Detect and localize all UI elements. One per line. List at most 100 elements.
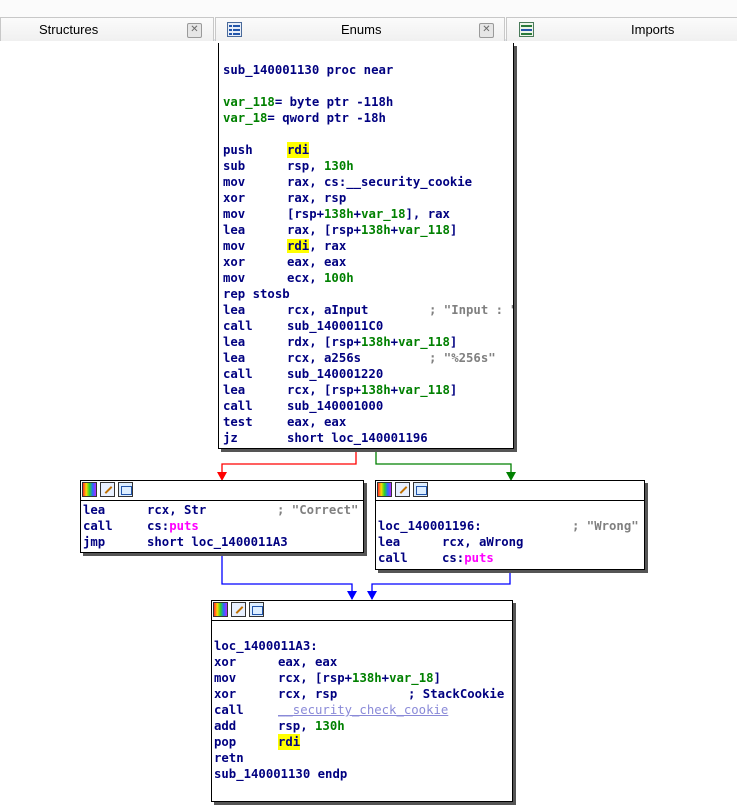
graph-icon[interactable]	[249, 602, 264, 617]
operand: +	[390, 383, 399, 397]
operand: +	[390, 223, 399, 237]
operand[interactable]: rcx, aInput	[287, 302, 368, 318]
call-target[interactable]: sub_140001220	[287, 366, 383, 382]
var-ref[interactable]: var_118	[398, 335, 450, 349]
edge-wrong-to-exit	[371, 570, 511, 599]
mnemonic: xor	[223, 191, 246, 205]
operand: cs:	[442, 551, 465, 565]
mnemonic: call	[223, 319, 253, 333]
operand: ]	[449, 223, 458, 237]
var-name[interactable]: var_18	[223, 111, 267, 125]
mnemonic: call	[223, 367, 253, 381]
loc-label[interactable]: loc_140001196:	[378, 518, 482, 534]
jump-target[interactable]: short loc_140001196	[287, 430, 428, 446]
call-target[interactable]: sub_140001000	[287, 398, 383, 414]
operand: rdx, [rsp+	[287, 335, 362, 349]
edit-icon[interactable]	[100, 482, 115, 497]
edge-correct-to-exit	[221, 553, 353, 599]
mnemonic: jmp	[83, 535, 106, 549]
var-ref[interactable]: var_18	[389, 671, 433, 685]
operand[interactable]: rcx, aWrong	[442, 534, 523, 550]
operand: rax, cs:__security_cookie	[287, 175, 473, 189]
var-name[interactable]: var_118	[223, 95, 275, 109]
mnemonic: xor	[214, 655, 237, 669]
var-def: = qword ptr -18h	[267, 111, 386, 125]
exit-block[interactable]: loc_1400011A3: xor eax, eax mov rcx, [rsp+…	[211, 600, 513, 802]
register[interactable]: rdi	[287, 239, 310, 253]
operand: ecx,	[287, 271, 325, 285]
call-target[interactable]: sub_1400011C0	[287, 318, 383, 334]
graph-icon[interactable]	[118, 482, 133, 497]
number: 100h	[324, 271, 354, 285]
var-def: = byte ptr -118h	[274, 95, 394, 109]
operand: rsp,	[287, 159, 325, 173]
jump-target[interactable]: short loc_1400011A3	[147, 534, 288, 550]
mnemonic: lea	[378, 535, 401, 549]
mnemonic: call	[214, 703, 244, 717]
mnemonic: pop	[214, 735, 237, 749]
operand: [rsp+	[287, 207, 325, 221]
operand: +	[381, 671, 390, 685]
var-ref[interactable]: var_18	[361, 207, 405, 221]
edit-icon[interactable]	[231, 602, 246, 617]
mnemonic: rep stosb	[223, 287, 290, 301]
mnemonic: lea	[223, 335, 246, 349]
operand: cs:	[147, 519, 170, 533]
graph-icon[interactable]	[413, 482, 428, 497]
edge-correct-arrow	[347, 591, 357, 600]
mnemonic: call	[83, 519, 113, 533]
comment: ; "Correct"	[277, 503, 359, 517]
mnemonic: jz	[223, 431, 238, 445]
var-ref[interactable]: var_118	[398, 223, 450, 237]
loc-label[interactable]: loc_1400011A3:	[214, 638, 318, 654]
mnemonic: call	[223, 399, 253, 413]
number: 130h	[324, 159, 354, 173]
mnemonic: mov	[223, 175, 246, 189]
operand: eax, eax	[287, 415, 347, 429]
comment: ; StackCookie	[408, 687, 505, 701]
color-icon[interactable]	[213, 602, 228, 617]
operand: ]	[449, 383, 458, 397]
var-ref[interactable]: var_118	[398, 383, 450, 397]
entry-block[interactable]: sub_140001130 proc near var_118= byte pt…	[218, 43, 514, 449]
number: 138h	[361, 223, 391, 237]
mnemonic: mov	[223, 239, 246, 253]
register[interactable]: rdi	[278, 734, 301, 750]
operand: , rax	[309, 239, 347, 253]
mnemonic: mov	[223, 271, 246, 285]
number: 138h	[352, 671, 382, 685]
correct-block[interactable]: lea rcx, Str ; "Correct" call cs:puts jmp sh…	[80, 480, 364, 553]
operand[interactable]: rcx, Str	[147, 502, 206, 518]
operand: rax, [rsp+	[287, 223, 362, 237]
mnemonic: lea	[223, 303, 246, 317]
mnemonic: lea	[223, 223, 246, 237]
mnemonic: sub	[223, 159, 246, 173]
operand: rsp,	[278, 719, 316, 733]
operand: +	[353, 207, 362, 221]
comment: ; "Wrong"	[572, 519, 639, 533]
operand: rcx, [rsp+	[287, 383, 362, 397]
operand: eax, eax	[278, 655, 338, 669]
color-icon[interactable]	[82, 482, 97, 497]
wrong-block[interactable]: loc_140001196: ; "Wrong" lea rcx, aWrong c…	[375, 480, 645, 570]
edge-wrong-arrow	[367, 591, 377, 600]
operand: ], rax	[405, 207, 450, 221]
edit-icon[interactable]	[395, 482, 410, 497]
operand: +	[390, 335, 399, 349]
color-icon[interactable]	[377, 482, 392, 497]
var-def-18: var_18= qword ptr -18h	[223, 110, 386, 126]
mnemonic: mov	[214, 671, 237, 685]
register[interactable]: rdi	[287, 142, 310, 158]
number: 138h	[361, 335, 391, 349]
mnemonic: push	[223, 143, 253, 157]
mnemonic: lea	[223, 383, 246, 397]
mnemonic: xor	[214, 687, 237, 701]
import-ref[interactable]: puts	[169, 519, 199, 533]
edge-false	[221, 448, 357, 479]
call-target[interactable]: __security_check_cookie	[278, 702, 448, 718]
operand[interactable]: rcx, a256s	[287, 350, 361, 366]
number: 138h	[324, 207, 354, 221]
import-ref[interactable]: puts	[464, 551, 494, 565]
mnemonic: add	[214, 719, 237, 733]
operand: ]	[433, 671, 441, 685]
